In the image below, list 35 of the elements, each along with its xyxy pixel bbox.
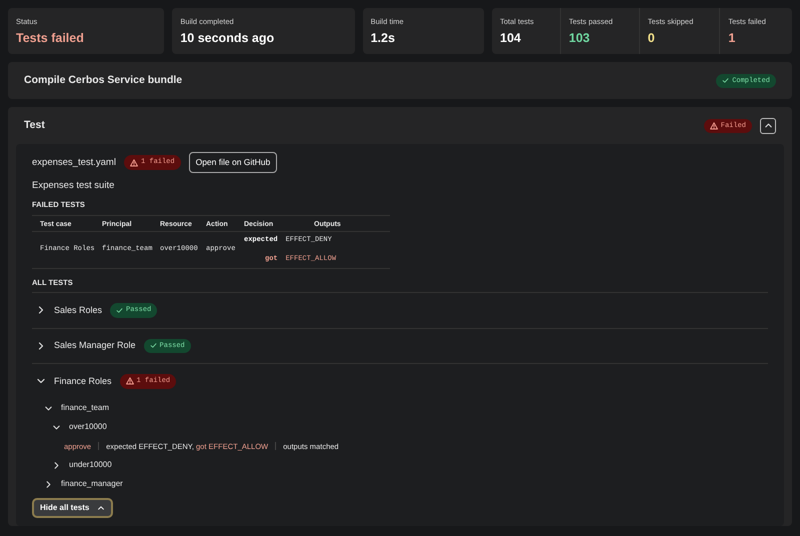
suite-description: Expenses test suite xyxy=(32,179,116,193)
stat-value: Tests failed xyxy=(16,31,85,46)
test-name[interactable]: finance_manager xyxy=(61,478,123,490)
test-name[interactable]: Sales Manager Role xyxy=(54,339,136,352)
hide-tests-button[interactable]: Hide all tests xyxy=(32,498,114,518)
chevron-icon xyxy=(97,504,106,512)
test-name[interactable]: finance_team xyxy=(61,402,110,414)
chevron-icon[interactable] xyxy=(36,305,46,316)
chevron-icon xyxy=(764,121,772,130)
stat-value: 10 seconds ago xyxy=(180,31,276,46)
file-name: expenses_test.yaml xyxy=(32,156,116,170)
stat-value: 1.2s xyxy=(370,31,396,46)
collapse-button[interactable] xyxy=(760,118,776,134)
github-button[interactable]: Open file on GitHub xyxy=(188,152,278,173)
test-name[interactable]: Finance Roles xyxy=(54,374,112,388)
check-icon xyxy=(722,77,730,84)
test-name[interactable]: under10000 xyxy=(69,459,112,472)
stat-value: 0 xyxy=(648,31,656,46)
chevron-icon[interactable] xyxy=(52,422,61,432)
stat-value: 1 xyxy=(728,31,736,46)
chevron-icon[interactable] xyxy=(36,340,46,351)
warning-icon xyxy=(710,122,718,130)
test-name[interactable]: over10000 xyxy=(69,421,107,434)
chevron-icon[interactable] xyxy=(52,460,61,470)
stat-value: 104 xyxy=(500,31,522,46)
warning-icon xyxy=(126,377,134,386)
step-title: Test xyxy=(24,118,45,133)
step-title: Compile Cerbos Service bundle xyxy=(24,72,182,88)
check-icon xyxy=(116,306,124,314)
warning-icon xyxy=(130,158,138,167)
stat-value: 103 xyxy=(568,31,591,46)
check-icon xyxy=(150,342,157,350)
chevron-icon[interactable] xyxy=(44,480,53,489)
test-name[interactable]: Sales Roles xyxy=(54,304,102,317)
chevron-icon[interactable] xyxy=(44,404,53,413)
